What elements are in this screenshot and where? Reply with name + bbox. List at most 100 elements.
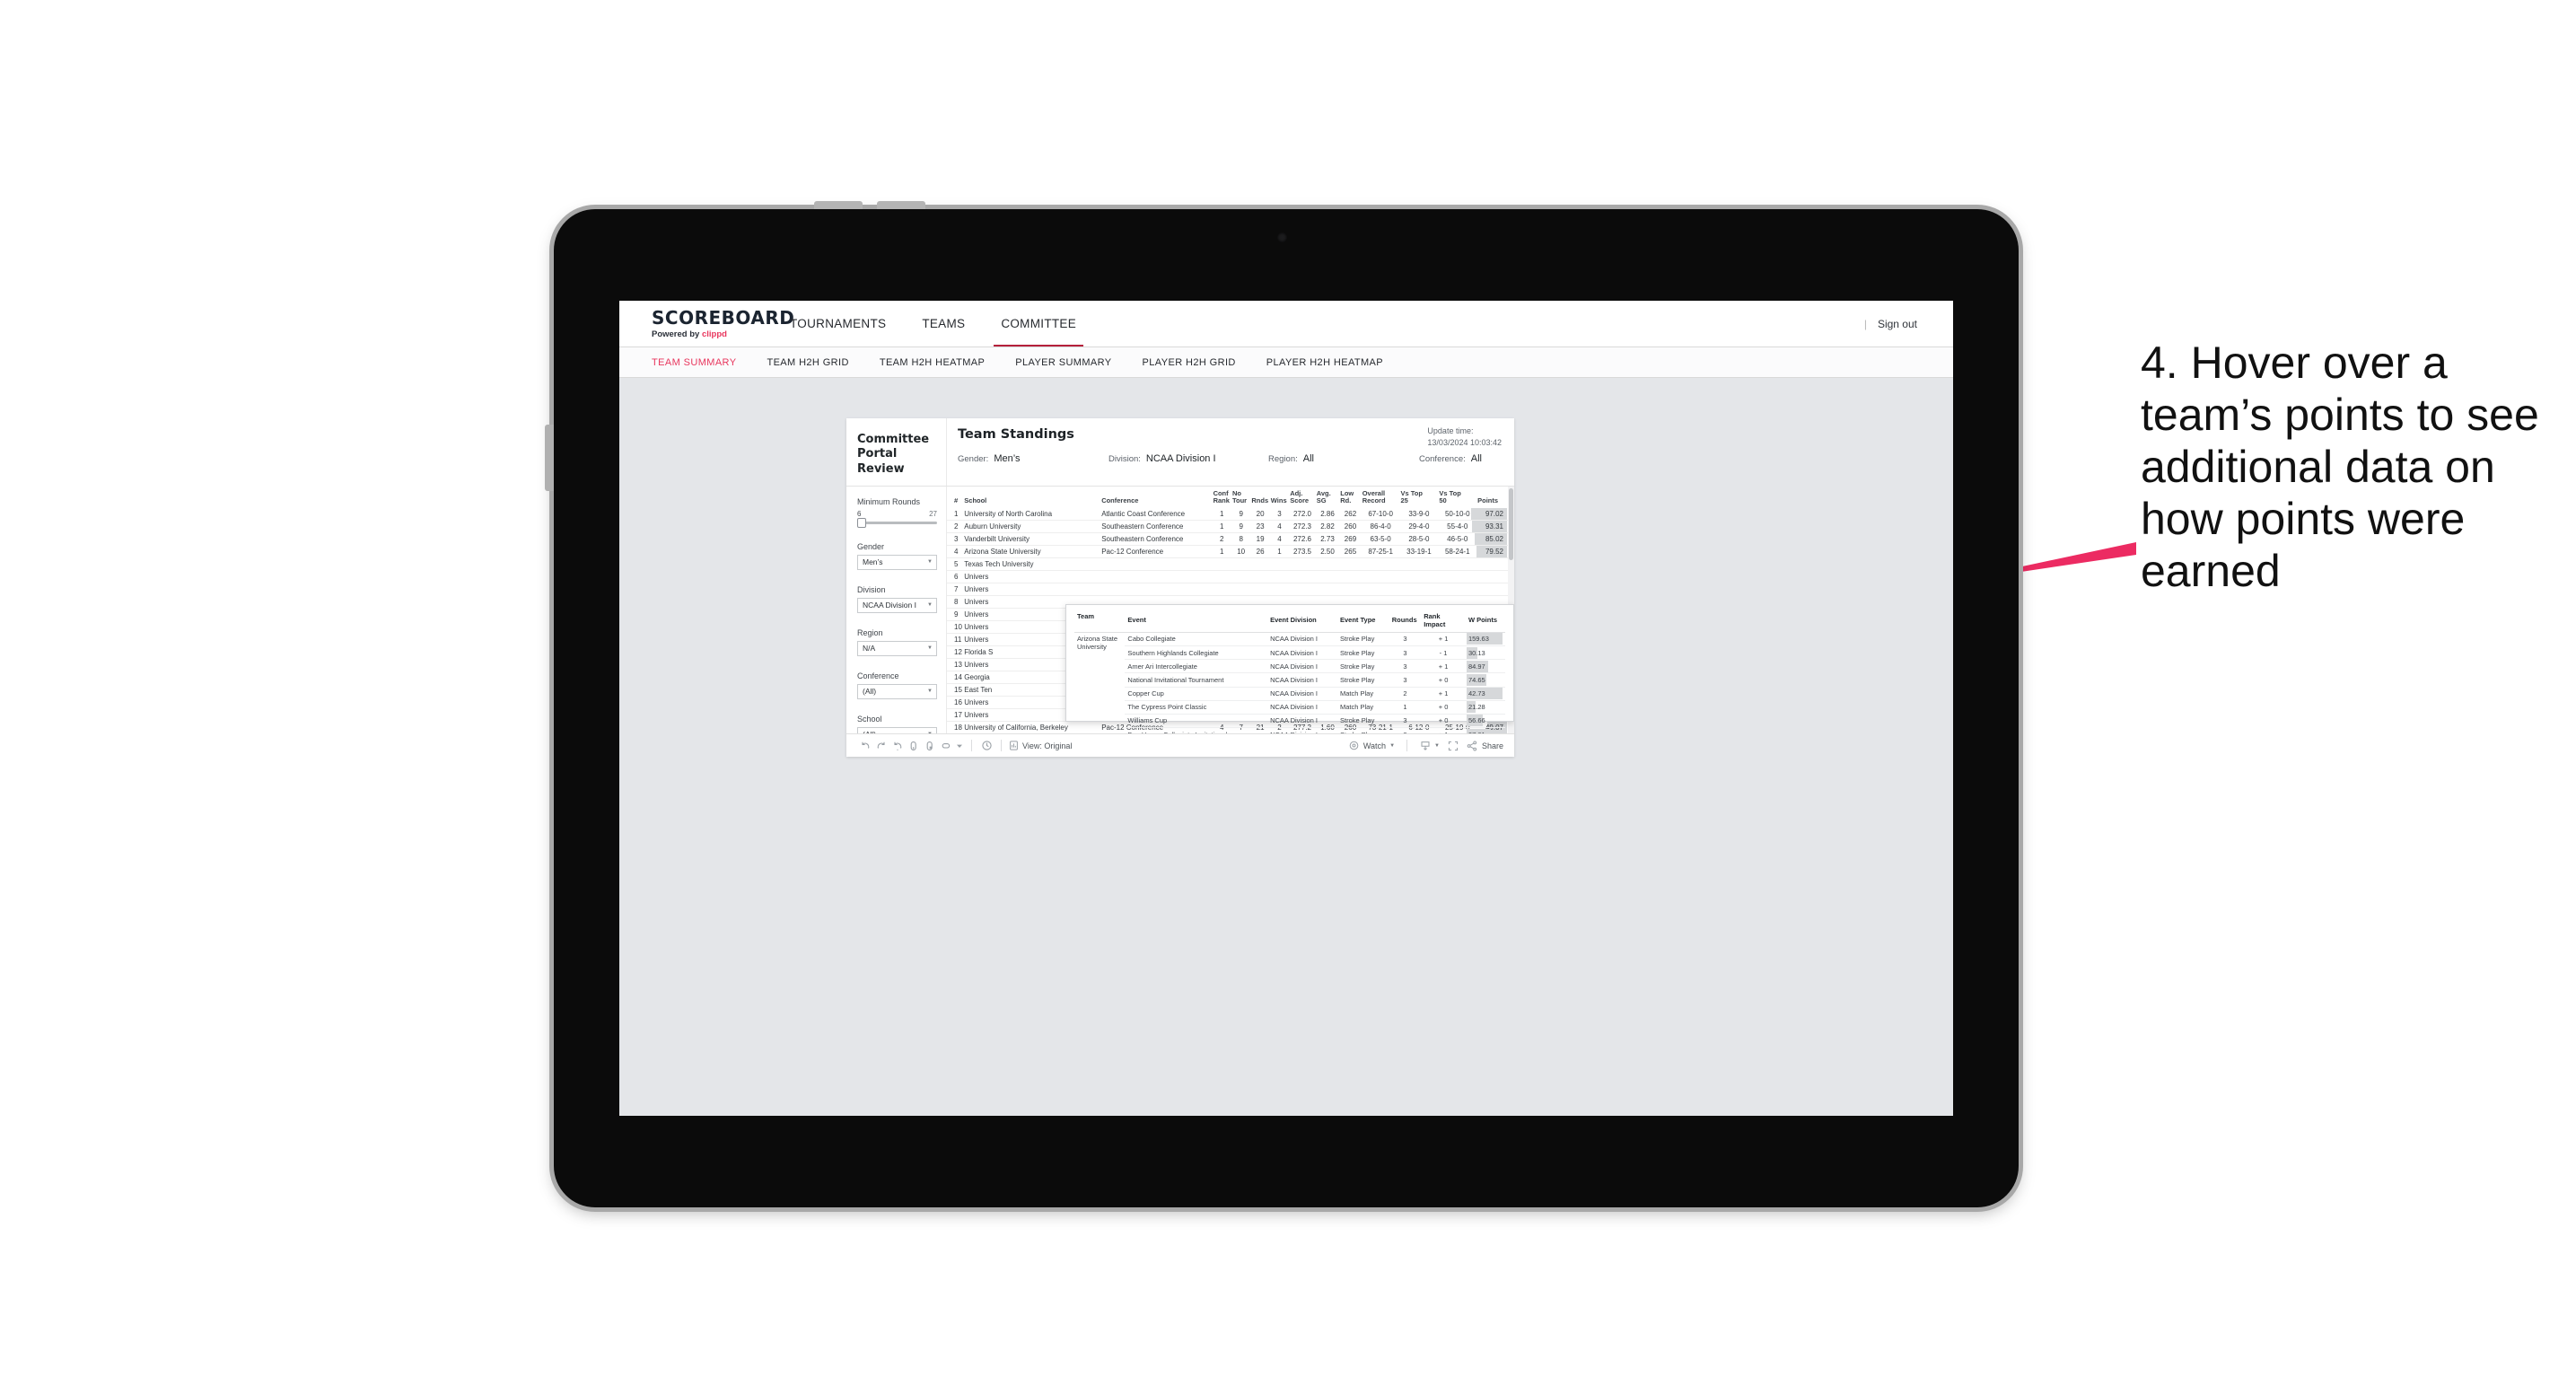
col-conference[interactable]: Conference	[1101, 486, 1214, 509]
tooltip-cell-division: NCAA Division I	[1267, 659, 1337, 674]
share-icon	[1467, 740, 1478, 751]
cell-vs-top-50: 58-24-1	[1439, 545, 1478, 559]
cell-adj-score	[1290, 570, 1317, 584]
tab-player-h2h-heatmap[interactable]: PLAYER H2H HEATMAP	[1266, 357, 1383, 368]
col-rank[interactable]: #	[947, 486, 965, 509]
history-clock-icon[interactable]	[978, 738, 994, 754]
watch-button[interactable]: Watch ▼	[1349, 741, 1395, 751]
col-low-rd[interactable]: Low Rd.	[1340, 486, 1362, 509]
watch-label: Watch	[1362, 741, 1387, 750]
filter-region-select[interactable]: N/A ▼	[857, 640, 937, 656]
inline-filter-conference-label: Conference:	[1419, 454, 1466, 464]
undo-icon[interactable]	[857, 738, 873, 754]
col-rnds[interactable]: Rnds	[1251, 486, 1271, 509]
nav-item-teams[interactable]: TEAMS	[904, 301, 983, 346]
tooltip-cell-rounds: 3	[1389, 727, 1422, 733]
tooltip-row: The Cypress Point Classic NCAA Division I…	[1074, 700, 1505, 715]
tooltip-row: Ben Hogan Collegiate InvitationalNCAA Di…	[1074, 727, 1505, 733]
table-row[interactable]: 2 Auburn University Southeastern Conferenc…	[947, 520, 1514, 534]
signout-link[interactable]: Sign out	[1878, 318, 1917, 330]
tab-player-summary[interactable]: PLAYER SUMMARY	[1015, 357, 1111, 368]
col-adj-score[interactable]: Adj. Score	[1290, 486, 1317, 509]
w-points-value: 74.65	[1468, 675, 1485, 684]
cell-overall-record: 87-25-1	[1362, 545, 1401, 559]
pause-auto-update-icon[interactable]	[922, 738, 938, 754]
w-points-value: 30.13	[1468, 648, 1485, 657]
cell-rnds: 23	[1251, 520, 1271, 534]
revert-icon[interactable]	[889, 738, 906, 754]
cell-no-tour	[1231, 570, 1252, 584]
chevron-down-icon[interactable]	[954, 738, 965, 754]
tooltip-cell-rank-impact: + 0	[1421, 672, 1466, 688]
view-original-button[interactable]: View: Original	[1008, 741, 1072, 751]
filter-division-select[interactable]: NCAA Division I ▼	[857, 597, 937, 613]
volume-up-button[interactable]	[814, 201, 863, 209]
filter-conference-select[interactable]: (All) ▼	[857, 683, 937, 699]
col-wins[interactable]: Wins	[1270, 486, 1291, 509]
col-vs-top-50[interactable]: Vs Top 50	[1439, 486, 1478, 509]
table-row[interactable]: 3 Vanderbilt University Southeastern Confe…	[947, 532, 1514, 547]
tooltip-col-w-points: W Points	[1465, 610, 1505, 633]
col-vs-top-25[interactable]: Vs Top 25	[1400, 486, 1440, 509]
cell-rnds	[1251, 570, 1271, 584]
power-button[interactable]	[545, 425, 554, 491]
brand-logo[interactable]: SCOREBOARD Powered by clippd	[619, 309, 794, 339]
tab-team-h2h-heatmap[interactable]: TEAM H2H HEATMAP	[880, 357, 985, 368]
share-button[interactable]: Share	[1467, 740, 1503, 751]
cell-vs-top-25: 28-5-0	[1400, 532, 1440, 547]
cell-adj-score: 273.5	[1290, 545, 1317, 559]
app-header: SCOREBOARD Powered by clippd TOURNAMENTS…	[619, 301, 1953, 347]
redo-icon[interactable]	[873, 738, 889, 754]
tab-team-summary[interactable]: TEAM SUMMARY	[652, 357, 736, 368]
cell-vs-top-25	[1400, 583, 1440, 597]
brand-powered-by-label: Powered by	[652, 329, 702, 339]
filter-school-select[interactable]: (All) ▼	[857, 726, 937, 733]
top-navigation: TOURNAMENTS TEAMS COMMITTEE	[772, 301, 1094, 346]
col-conf-rank[interactable]: Conf Rank	[1213, 486, 1232, 509]
cell-low-rd: 265	[1340, 545, 1362, 559]
nav-item-committee[interactable]: COMMITTEE	[983, 301, 1094, 346]
col-school[interactable]: School	[964, 486, 1102, 509]
table-row[interactable]: 1 University of North Carolina Atlantic Co…	[947, 508, 1514, 522]
tooltip-cell-event: Williams Cup	[1125, 714, 1268, 729]
nav-item-tournaments[interactable]: TOURNAMENTS	[772, 301, 904, 346]
cell-wins	[1270, 570, 1291, 584]
scrollbar-thumb[interactable]	[1509, 487, 1513, 560]
download-button[interactable]: ▼	[1419, 740, 1440, 751]
cell-conf-rank: 1	[1213, 508, 1232, 522]
table-row[interactable]: 5 Texas Tech University	[947, 557, 1514, 572]
tooltip-cell-event: Southern Highlands Collegiate	[1125, 645, 1268, 661]
inline-filter-gender: Gender: Men’s	[958, 453, 1108, 464]
cell-avg-sg: 2.50	[1316, 545, 1341, 559]
refresh-data-icon[interactable]	[906, 738, 922, 754]
pause-icon[interactable]	[938, 738, 954, 754]
share-label: Share	[1481, 741, 1503, 750]
col-no-tour[interactable]: No Tour	[1231, 486, 1252, 509]
filter-gender-select[interactable]: Men’s ▼	[857, 554, 937, 570]
col-avg-sg[interactable]: Avg. SG	[1316, 486, 1341, 509]
cell-school: Univers	[964, 583, 1102, 597]
standings-table-area[interactable]: # School Conference Conf Rank No Tour Rnds…	[947, 486, 1514, 733]
tooltip-cell-w-points: 74.65	[1465, 672, 1505, 688]
tab-player-h2h-grid[interactable]: PLAYER H2H GRID	[1143, 357, 1236, 368]
col-overall-record[interactable]: Overall Record	[1362, 486, 1401, 509]
tooltip-table: Team Event Event Division Event Type Rou…	[1074, 610, 1505, 733]
filter-region-value: N/A	[863, 644, 876, 654]
cell-avg-sg	[1316, 570, 1341, 584]
tooltip-cell-rounds: 3	[1389, 645, 1422, 661]
minimum-rounds-slider[interactable]	[857, 517, 937, 528]
tab-team-h2h-grid[interactable]: TEAM H2H GRID	[767, 357, 848, 368]
cell-wins: 1	[1270, 545, 1291, 559]
table-row[interactable]: 6 Univers	[947, 570, 1514, 584]
viz-toolbar: View: Original Watch ▼ ▼ Share	[846, 733, 1514, 757]
cell-conf-rank	[1213, 583, 1232, 597]
volume-down-button[interactable]	[877, 201, 925, 209]
slider-handle[interactable]	[857, 517, 866, 528]
fullscreen-icon[interactable]	[1445, 738, 1461, 754]
tooltip-col-event-type: Event Type	[1336, 610, 1389, 633]
table-row[interactable]: 7 Univers	[947, 583, 1514, 597]
cell-overall-record	[1362, 570, 1401, 584]
table-row[interactable]: 4 Arizona State University Pac-12 Conferen…	[947, 545, 1514, 559]
filter-school: School (All) ▼	[857, 715, 937, 733]
cell-rank: 13	[947, 658, 965, 672]
